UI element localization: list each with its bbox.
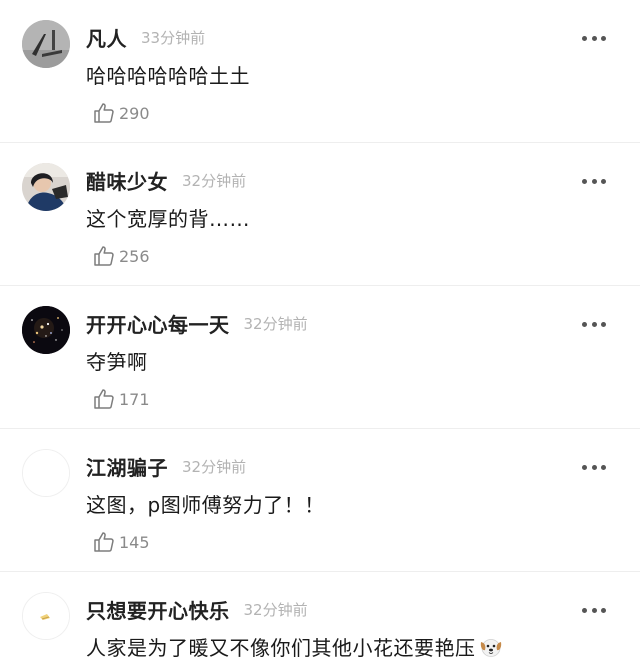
comment-header: 江湖骗子 32分钟前 bbox=[86, 452, 246, 480]
like-button[interactable]: 256 bbox=[92, 243, 150, 269]
comment-header: 凡人 33分钟前 bbox=[86, 23, 205, 51]
comment-time: 32分钟前 bbox=[182, 171, 247, 190]
comment-header: 醋味少女 32分钟前 bbox=[86, 166, 246, 194]
thumbs-up-icon bbox=[94, 532, 114, 552]
comment-header: 开开心心每一天 32分钟前 bbox=[86, 309, 308, 337]
more-dots-icon[interactable] bbox=[582, 320, 606, 328]
more-dots-icon[interactable] bbox=[582, 34, 606, 42]
avatar[interactable] bbox=[22, 163, 70, 211]
avatar[interactable] bbox=[22, 449, 70, 497]
comment-time: 33分钟前 bbox=[141, 28, 206, 47]
comment-text: 人家是为了暖又不像你们其他小花还要艳压 bbox=[86, 632, 504, 665]
comment-time: 32分钟前 bbox=[243, 600, 308, 619]
like-button[interactable]: 290 bbox=[92, 100, 150, 126]
comment-text: 哈哈哈哈哈哈土土 bbox=[86, 64, 250, 88]
avatar[interactable] bbox=[22, 20, 70, 68]
like-count: 171 bbox=[119, 389, 150, 409]
comment-item: 凡人 33分钟前 哈哈哈哈哈哈土土 290 bbox=[0, 0, 640, 143]
like-count: 145 bbox=[119, 532, 150, 552]
thumbs-up-icon bbox=[94, 103, 114, 123]
like-count: 290 bbox=[119, 103, 150, 123]
comment-text-body: 人家是为了暖又不像你们其他小花还要艳压 bbox=[86, 636, 476, 660]
comment-text: 这个宽厚的背…… bbox=[86, 207, 250, 231]
comment-text: 这图，p图师傅努力了！！ bbox=[86, 493, 325, 517]
username[interactable]: 凡人 bbox=[86, 23, 127, 52]
comment-text: 夺笋啊 bbox=[86, 350, 148, 374]
more-dots-icon[interactable] bbox=[582, 606, 606, 614]
comment-item: 醋味少女 32分钟前 这个宽厚的背…… 256 bbox=[0, 143, 640, 286]
more-dots-icon[interactable] bbox=[582, 463, 606, 471]
comment-time: 32分钟前 bbox=[243, 314, 308, 333]
like-count: 256 bbox=[119, 246, 150, 266]
comment-time: 32分钟前 bbox=[182, 457, 247, 476]
avatar[interactable] bbox=[22, 306, 70, 354]
thumbs-up-icon bbox=[94, 246, 114, 266]
username[interactable]: 开开心心每一天 bbox=[86, 309, 230, 338]
like-button[interactable]: 171 bbox=[92, 386, 150, 412]
blank-white-avatar-icon bbox=[23, 450, 69, 496]
like-button[interactable]: 145 bbox=[92, 529, 150, 555]
username[interactable]: 醋味少女 bbox=[86, 166, 168, 195]
small-drawing-avatar-icon bbox=[23, 593, 69, 639]
comment-header: 只想要开心快乐 32分钟前 bbox=[86, 595, 308, 623]
thumbs-up-icon bbox=[94, 389, 114, 409]
avatar[interactable] bbox=[22, 592, 70, 640]
username[interactable]: 只想要开心快乐 bbox=[86, 595, 230, 624]
girl-photo-avatar-icon bbox=[22, 163, 70, 211]
starry-night-avatar-icon bbox=[22, 306, 70, 354]
username[interactable]: 江湖骗子 bbox=[86, 452, 168, 481]
comment-item: 只想要开心快乐 32分钟前 人家是为了暖又不像你们其他小花还要艳压 bbox=[0, 572, 640, 666]
more-dots-icon[interactable] bbox=[582, 177, 606, 185]
comment-item: 开开心心每一天 32分钟前 夺笋啊 171 bbox=[0, 286, 640, 429]
grey-sketch-avatar-icon bbox=[22, 20, 70, 68]
comment-item: 江湖骗子 32分钟前 这图，p图师傅努力了！！ 145 bbox=[0, 429, 640, 572]
dog-face-emoji-icon bbox=[478, 634, 504, 665]
